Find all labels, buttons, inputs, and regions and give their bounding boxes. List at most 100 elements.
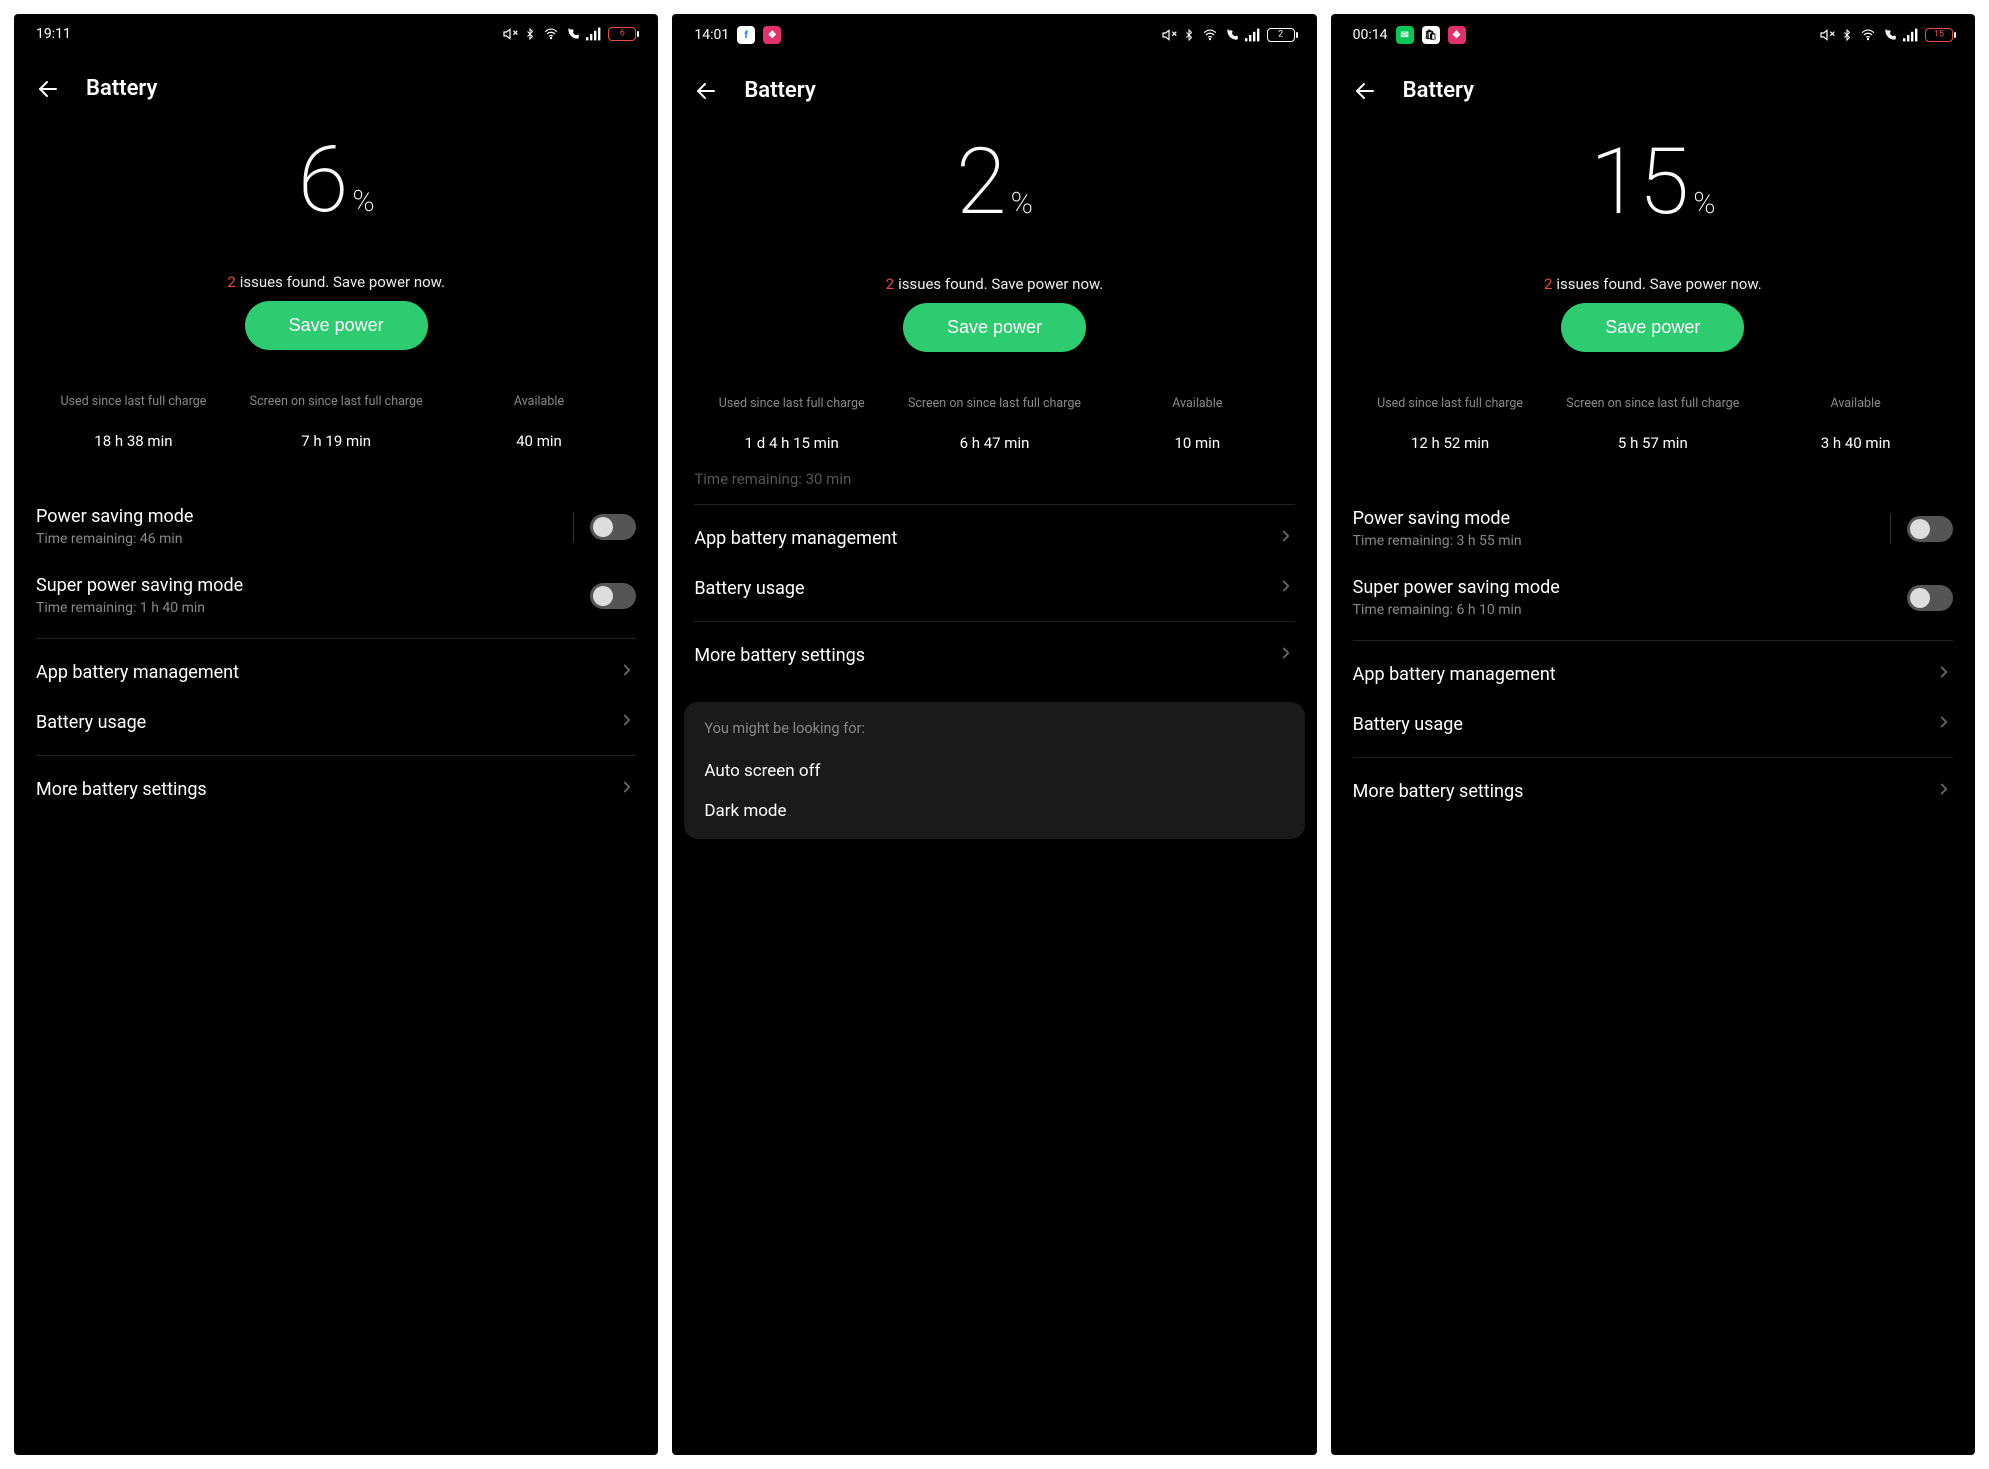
wifi-icon [542,27,560,41]
page-title: Battery [86,76,157,101]
stat-used: Used since last full charge 12 h 52 min [1353,388,1548,452]
stat-available: Available 40 min [442,386,637,450]
status-app-icon: ❖ [1448,26,1466,44]
content-area: 6 % 2issues found. Save power now. Save … [14,111,658,1455]
header: Battery [14,48,658,111]
suggestion-item[interactable]: Dark mode [704,791,1284,831]
chevron-right-icon [1935,780,1953,802]
mute-icon [1161,27,1177,43]
separator [573,512,574,542]
suggestion-item[interactable]: Auto screen off [704,751,1284,791]
more-settings-link[interactable]: More battery settings [1331,766,1975,816]
stat-screen-on: Screen on since last full charge 6 h 47 … [897,388,1092,452]
divider [36,755,636,756]
status-time: 00:14 [1353,27,1388,43]
battery-icon: 6 [608,27,636,41]
save-power-button[interactable]: Save power [245,301,428,350]
battery-stats: Used since last full charge 1 d 4 h 15 m… [672,352,1316,470]
toggle-row[interactable]: Super power saving mode Time remaining: … [14,561,658,630]
toggle-row[interactable]: Super power saving mode Time remaining: … [1331,563,1975,632]
chevron-right-icon [1935,663,1953,685]
issues-text: 2issues found. Save power now. [14,235,658,301]
status-time: 19:11 [36,26,71,42]
battery-percentage: 6 % [14,111,658,235]
status-bar: 14:01 f ❖ 2 [672,14,1316,50]
phone-screen-2: 00:14 ✉🛍❖ 15 Battery 15 % 2issues found.… [1331,14,1975,1455]
signal-icon [1245,28,1261,42]
toggle-row[interactable]: Power saving mode Time remaining: 46 min [14,492,658,561]
power-saving-partial: Time remaining: 30 min [672,470,1316,496]
battery-percentage: 2 % [672,113,1316,237]
back-button[interactable] [36,77,60,101]
phone-screen-0: 19:11 6 Battery 6 % 2issues found. Save … [14,14,658,1455]
status-app-icon: ❖ [763,26,781,44]
page-title: Battery [744,78,815,103]
call-icon [1225,28,1239,42]
suggestions-card: You might be looking for: Auto screen of… [684,702,1304,839]
signal-icon [586,27,602,41]
more-settings-link[interactable]: More battery settings [14,764,658,814]
battery-stats: Used since last full charge 12 h 52 min … [1331,352,1975,470]
divider [694,621,1294,622]
toggle-row[interactable]: Power saving mode Time remaining: 3 h 55… [1331,494,1975,563]
settings-link[interactable]: App battery management [14,647,658,697]
settings-link[interactable]: Battery usage [14,697,658,747]
back-button[interactable] [1353,79,1377,103]
bluetooth-icon [524,26,536,42]
signal-icon [1903,28,1919,42]
header: Battery [1331,50,1975,113]
battery-icon: 2 [1267,28,1295,42]
bluetooth-icon [1841,27,1853,43]
chevron-right-icon [618,711,636,733]
status-bar: 00:14 ✉🛍❖ 15 [1331,14,1975,50]
separator [1890,514,1891,544]
toggle-switch[interactable] [590,583,636,609]
status-app-icon: ✉ [1396,26,1414,44]
stat-available: Available 3 h 40 min [1758,388,1953,452]
content-area: 15 % 2issues found. Save power now. Save… [1331,113,1975,1455]
stat-screen-on: Screen on since last full charge 7 h 19 … [239,386,434,450]
status-bar: 19:11 6 [14,14,658,48]
toggle-switch[interactable] [1907,585,1953,611]
call-icon [566,27,580,41]
divider [1353,640,1953,641]
status-app-icon: 🛍 [1422,26,1440,44]
chevron-right-icon [1277,577,1295,599]
suggestions-title: You might be looking for: [704,720,1284,737]
divider [694,504,1294,505]
issues-text: 2issues found. Save power now. [672,237,1316,303]
back-button[interactable] [694,79,718,103]
toggle-switch[interactable] [1907,516,1953,542]
bluetooth-icon [1183,27,1195,43]
more-settings-link[interactable]: More battery settings [672,630,1316,680]
divider [1353,757,1953,758]
settings-link[interactable]: Battery usage [1331,699,1975,749]
issues-text: 2issues found. Save power now. [1331,237,1975,303]
divider [36,638,636,639]
phone-screen-1: 14:01 f ❖ 2 Battery 2 % 2issues found. Sa… [672,14,1316,1455]
settings-link[interactable]: App battery management [672,513,1316,563]
header: Battery [672,50,1316,113]
status-app-icon: f [737,26,755,44]
settings-link[interactable]: App battery management [1331,649,1975,699]
mute-icon [502,26,518,42]
wifi-icon [1201,28,1219,42]
chevron-right-icon [618,661,636,683]
status-time: 14:01 [694,27,729,43]
battery-percentage: 15 % [1331,113,1975,237]
save-power-button[interactable]: Save power [903,303,1086,352]
mute-icon [1819,27,1835,43]
toggle-switch[interactable] [590,514,636,540]
chevron-right-icon [1277,527,1295,549]
save-power-button[interactable]: Save power [1561,303,1744,352]
chevron-right-icon [1277,644,1295,666]
chevron-right-icon [1935,713,1953,735]
stat-used: Used since last full charge 18 h 38 min [36,386,231,450]
call-icon [1883,28,1897,42]
stat-screen-on: Screen on since last full charge 5 h 57 … [1555,388,1750,452]
battery-stats: Used since last full charge 18 h 38 min … [14,350,658,468]
page-title: Battery [1403,78,1474,103]
stat-available: Available 10 min [1100,388,1295,452]
settings-link[interactable]: Battery usage [672,563,1316,613]
chevron-right-icon [618,778,636,800]
